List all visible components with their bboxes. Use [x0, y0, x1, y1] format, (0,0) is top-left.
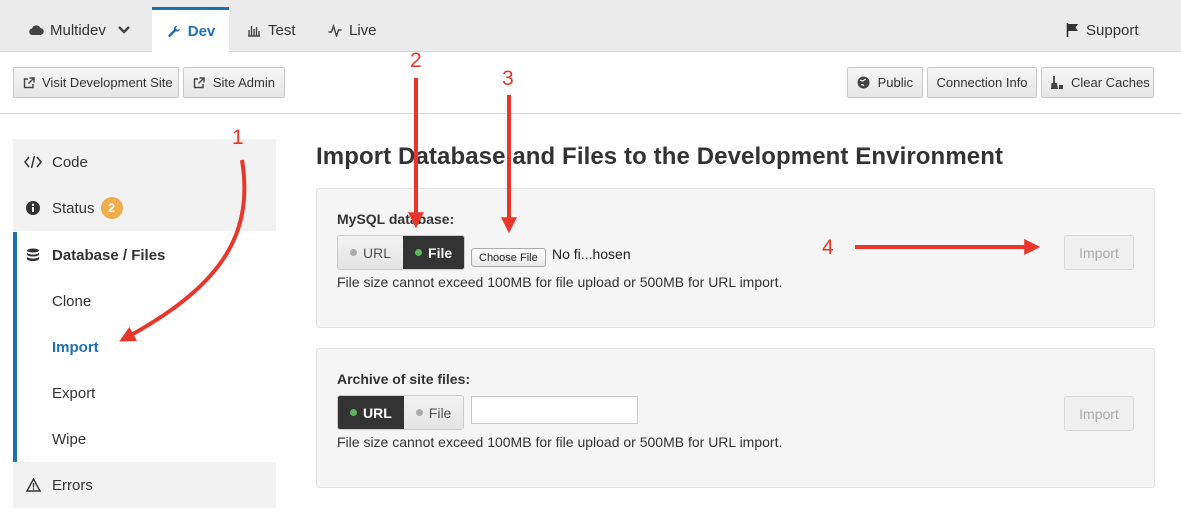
tab-test-label: Test — [268, 21, 296, 39]
mysql-url-option[interactable]: URL — [338, 236, 404, 269]
annotation-number-1: 1 — [232, 126, 244, 149]
sidebar-item-export[interactable]: Export — [13, 370, 276, 416]
archive-import-panel: Archive of site files: URL File File siz… — [316, 348, 1155, 488]
choose-file-label: Choose File — [479, 251, 538, 264]
radio-dot-icon — [415, 409, 423, 416]
tab-multidev[interactable]: Multidev — [28, 8, 130, 52]
mysql-import-panel: MySQL database: URL File Choose File No … — [316, 188, 1155, 328]
environment-tab-bar: Multidev Dev Test Live Support — [0, 0, 1181, 53]
chevron-down-icon — [118, 26, 130, 34]
site-admin-button[interactable]: Site Admin — [183, 67, 285, 98]
radio-dot-icon — [415, 249, 423, 256]
radio-dot-icon — [350, 409, 357, 416]
sidebar-item-errors-label: Errors — [52, 476, 93, 494]
visit-development-site-label: Visit Development Site — [42, 75, 173, 90]
mysql-file-option[interactable]: File — [403, 236, 465, 269]
sidebar-item-code-label: Code — [52, 153, 88, 171]
info-icon — [24, 200, 42, 216]
tab-live[interactable]: Live — [327, 8, 377, 52]
database-icon — [24, 247, 42, 263]
annotation-number-3: 3 — [502, 67, 514, 90]
sidebar-item-status[interactable]: Status 2 — [13, 185, 276, 231]
archive-source-toggle: URL File — [337, 395, 465, 430]
connection-info-label: Connection Info — [936, 75, 1028, 90]
visit-development-site-button[interactable]: Visit Development Site — [13, 67, 179, 98]
archive-help-text: File size cannot exceed 100MB for file u… — [337, 434, 783, 450]
external-link-icon — [193, 76, 206, 90]
sidebar-item-import-label: Import — [52, 338, 99, 356]
toolbar-divider — [0, 113, 1181, 114]
sidebar-item-clone[interactable]: Clone — [13, 278, 276, 324]
mysql-file-option-label: File — [428, 244, 453, 261]
broom-icon — [1051, 75, 1064, 90]
archive-file-option[interactable]: File — [403, 396, 464, 429]
sidebar-item-database-files[interactable]: Database / Files — [13, 232, 276, 278]
tab-dev-label: Dev — [187, 23, 216, 40]
mysql-help-text: File size cannot exceed 100MB for file u… — [337, 274, 783, 290]
site-admin-label: Site Admin — [212, 75, 275, 90]
public-label: Public — [877, 75, 913, 90]
file-status-text: No fi...hosen — [552, 246, 631, 262]
sidebar-item-errors[interactable]: Errors — [13, 462, 276, 508]
sidebar-item-wipe[interactable]: Wipe — [13, 416, 276, 462]
tab-support[interactable]: Support — [1064, 8, 1139, 52]
annotation-number-4: 4 — [822, 236, 834, 259]
radio-dot-icon — [350, 249, 357, 256]
archive-url-input[interactable] — [471, 396, 638, 424]
tab-support-label: Support — [1086, 21, 1139, 39]
mysql-import-label: Import — [1079, 244, 1119, 261]
cloud-icon — [28, 22, 44, 38]
sidebar-item-export-label: Export — [52, 384, 96, 402]
mysql-import-button[interactable]: Import — [1064, 235, 1134, 270]
sidebar-item-import[interactable]: Import — [13, 324, 276, 370]
tab-multidev-label: Multidev — [50, 21, 106, 39]
archive-url-option[interactable]: URL — [338, 396, 404, 429]
code-icon — [24, 154, 42, 170]
archive-import-label: Import — [1079, 405, 1119, 422]
archive-label: Archive of site files: — [337, 371, 471, 387]
connection-info-button[interactable]: Connection Info — [927, 67, 1037, 98]
public-button[interactable]: Public — [847, 67, 923, 98]
warning-icon — [24, 477, 42, 493]
globe-icon — [857, 76, 871, 90]
archive-import-button[interactable]: Import — [1064, 396, 1134, 431]
archive-file-option-label: File — [428, 404, 452, 421]
tab-dev[interactable]: Dev — [152, 7, 229, 53]
tab-live-label: Live — [349, 21, 377, 39]
mysql-database-label: MySQL database: — [337, 211, 455, 227]
status-badge: 2 — [100, 197, 123, 219]
mysql-url-option-label: URL — [363, 244, 392, 261]
tab-test[interactable]: Test — [246, 8, 296, 52]
pulse-icon — [327, 22, 343, 38]
mysql-source-toggle: URL File — [337, 235, 466, 270]
archive-url-option-label: URL — [363, 404, 392, 421]
clear-caches-button[interactable]: Clear Caches — [1041, 67, 1154, 98]
sidebar-item-clone-label: Clone — [52, 292, 92, 310]
sidebar-item-wipe-label: Wipe — [52, 430, 87, 448]
sidebar-item-status-label: Status — [52, 199, 95, 217]
bar-chart-icon — [246, 22, 262, 38]
page-title: Import Database and Files to the Develop… — [316, 143, 1004, 170]
choose-file-button[interactable]: Choose File — [471, 248, 546, 267]
wrench-icon — [166, 24, 182, 40]
clear-caches-label: Clear Caches — [1071, 75, 1150, 90]
sidebar-item-database-files-label: Database / Files — [52, 246, 166, 264]
flag-icon — [1064, 22, 1080, 38]
external-link-icon — [23, 76, 35, 90]
annotation-number-2: 2 — [410, 49, 422, 72]
